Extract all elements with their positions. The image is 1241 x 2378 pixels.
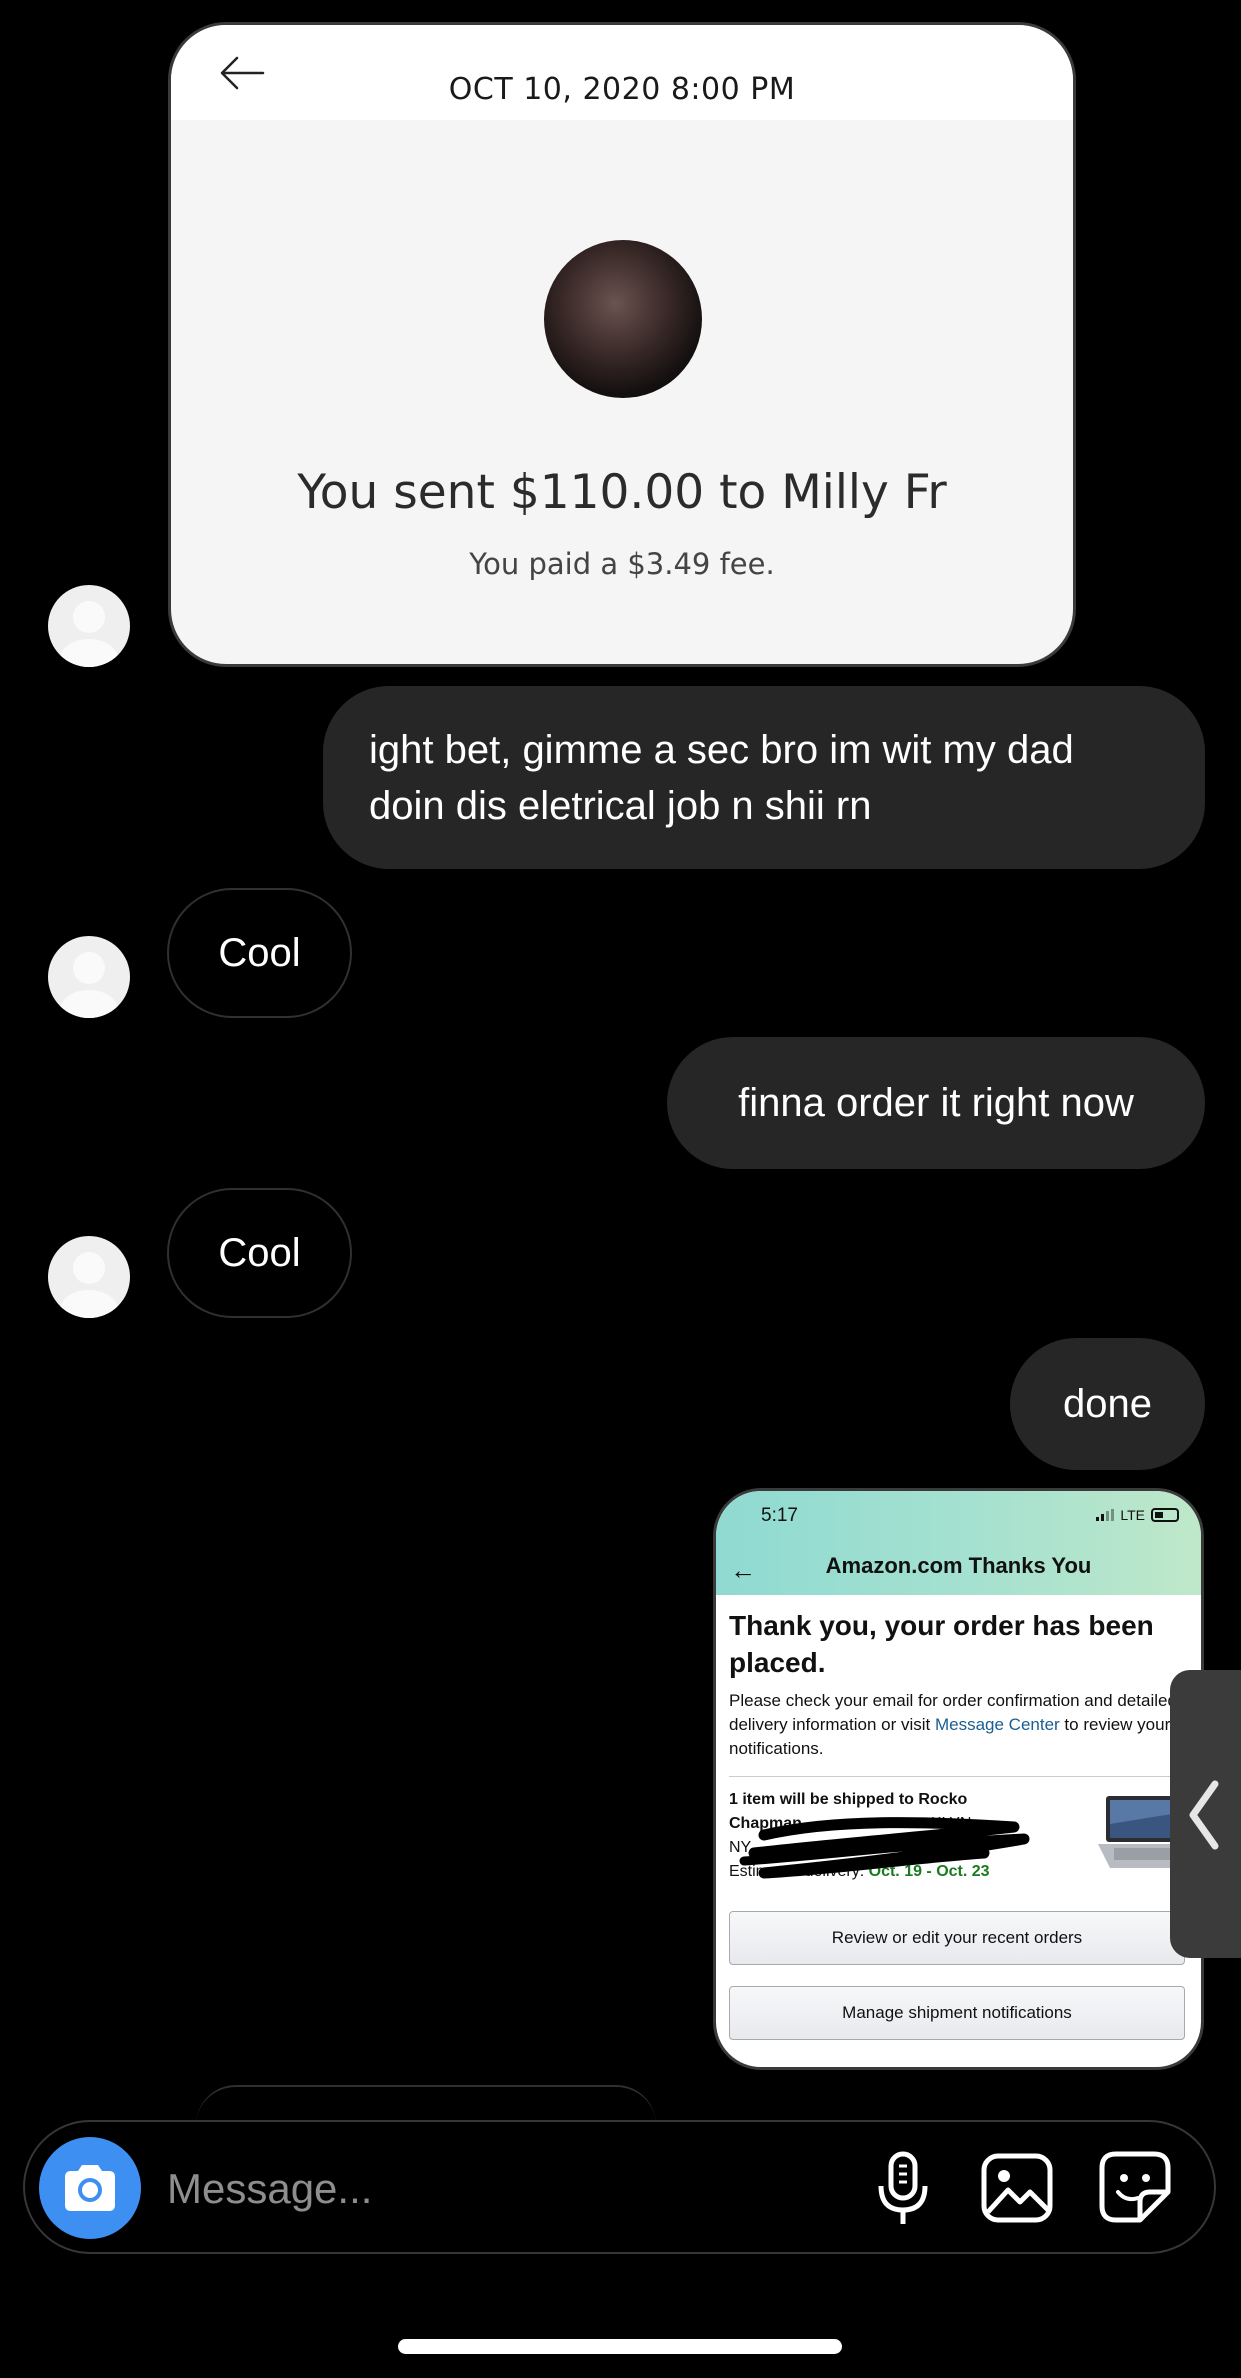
manage-notifications-button[interactable]: Manage shipment notifications	[729, 1986, 1185, 2040]
status-bar-indicators: LTE	[1096, 1507, 1179, 1523]
contact-avatar[interactable]	[48, 585, 130, 667]
message-text: ight bet, gimme a sec bro im wit my dad …	[369, 727, 1074, 828]
message-text: finna order it right now	[738, 1081, 1134, 1125]
signal-icon	[1096, 1509, 1115, 1521]
order-confirmation-body: Please check your email for order confir…	[729, 1689, 1199, 1761]
sticker-icon[interactable]	[1098, 2150, 1172, 2224]
amazon-title: Amazon.com Thanks You	[825, 1553, 1092, 1578]
redaction-scribble	[739, 1817, 1030, 1879]
message-text: done	[1063, 1382, 1152, 1426]
divider	[729, 1776, 1201, 1777]
message-bubble-sent[interactable]: ight bet, gimme a sec bro im wit my dad …	[323, 686, 1205, 869]
home-indicator[interactable]	[398, 2339, 842, 2354]
order-confirmation-heading: Thank you, your order has been placed.	[729, 1610, 1154, 1678]
camera-button[interactable]	[39, 2137, 141, 2239]
message-bubble-sent[interactable]: done	[1010, 1338, 1205, 1470]
partial-message-bubble	[196, 2085, 656, 2125]
message-text: Cool	[218, 931, 301, 975]
message-input[interactable]	[167, 2154, 727, 2224]
shipping-line: 1 item will be shipped to Rocko	[729, 1791, 968, 1808]
payment-fee-text: You paid a $3.49 fee.	[469, 547, 775, 581]
amazon-screenshot-card[interactable]: 5:17 LTE ← Amazon.com Thanks You Thank y…	[713, 1488, 1204, 2070]
microphone-icon[interactable]	[873, 2150, 933, 2228]
review-orders-button[interactable]: Review or edit your recent orders	[729, 1911, 1185, 1965]
image-icon[interactable]	[980, 2152, 1054, 2224]
recipient-avatar	[544, 240, 702, 398]
contact-avatar[interactable]	[48, 1236, 130, 1318]
message-bubble-sent[interactable]: finna order it right now	[667, 1037, 1205, 1169]
message-bubble-received[interactable]: Cool	[167, 888, 352, 1018]
chevron-left-icon	[1189, 1780, 1219, 1850]
payment-screenshot-card[interactable]: OCT 10, 2020 8:00 PM You sent $110.00 to…	[168, 22, 1076, 667]
payment-amount-text: You sent $110.00 to Milly Fr	[297, 465, 947, 520]
contact-avatar[interactable]	[48, 936, 130, 1018]
message-composer	[23, 2120, 1216, 2254]
message-center-link: Message Center	[934, 1715, 1060, 1734]
side-panel-handle[interactable]	[1170, 1670, 1241, 1958]
battery-icon	[1151, 1508, 1179, 1522]
camera-icon	[65, 2165, 115, 2211]
payment-header: OCT 10, 2020 8:00 PM	[171, 25, 1073, 120]
network-label: LTE	[1120, 1507, 1145, 1523]
status-time: 5:17	[761, 1505, 798, 1526]
amazon-header: 5:17 LTE ← Amazon.com Thanks You	[716, 1491, 1201, 1595]
message-text: Cool	[218, 1231, 301, 1275]
message-bubble-received[interactable]: Cool	[167, 1188, 352, 1318]
payment-date: OCT 10, 2020 8:00 PM	[448, 72, 796, 107]
